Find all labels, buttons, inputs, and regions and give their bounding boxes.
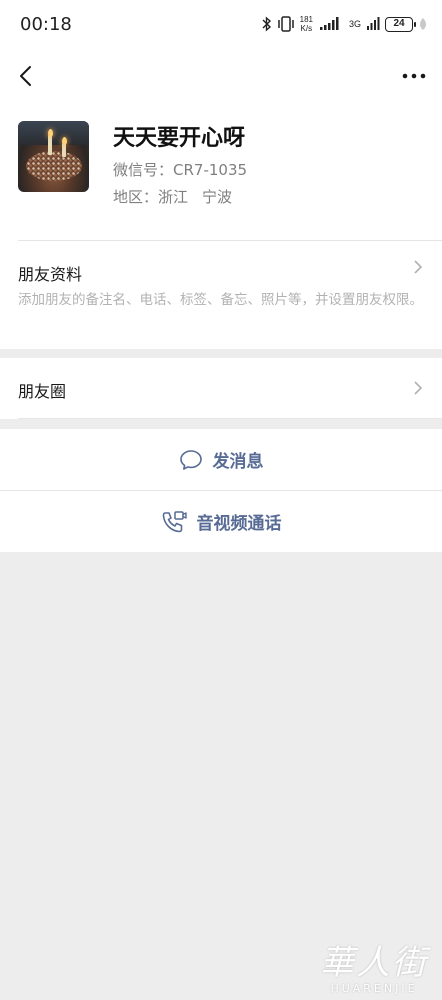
battery-indicator: 24 <box>385 16 416 32</box>
av-call-label: 音视频通话 <box>196 514 282 534</box>
status-bar: 00:18 181 K/s 3G 24 <box>0 0 442 48</box>
status-icons: 181 K/s 3G 24 <box>262 14 428 34</box>
more-dots-icon[interactable] <box>400 62 428 90</box>
avatar-background <box>18 121 89 145</box>
divider <box>18 418 442 419</box>
signal-icon <box>319 17 339 30</box>
chat-bubble-icon <box>179 449 202 470</box>
vibrate-icon <box>277 16 294 32</box>
avatar-flame-2 <box>61 137 67 145</box>
watermark-chinese: 華人街 <box>320 943 428 983</box>
moments-cell[interactable]: 朋友圈 <box>0 358 442 419</box>
watermark-english: HUARENJIE <box>330 982 418 995</box>
avatar[interactable] <box>18 121 89 192</box>
friend-info-cell[interactable]: 朋友资料 添加朋友的备注名、电话、标签、备忘、照片等，并设置朋友权限。 <box>0 241 442 348</box>
network-speed: 181 K/s <box>299 15 313 33</box>
region-city: 宁波 <box>202 188 233 206</box>
av-call-button[interactable]: 音视频通话 <box>0 491 442 552</box>
friend-info-description: 添加朋友的备注名、电话、标签、备忘、照片等，并设置朋友权限。 <box>18 292 423 308</box>
signal-icon-2 <box>367 17 380 30</box>
avatar-flame <box>47 129 53 137</box>
status-time: 00:18 <box>20 14 72 35</box>
avatar-candle <box>48 135 52 155</box>
watermark: 華人街 HUARENJIE <box>320 935 428 995</box>
chevron-right-icon <box>414 260 423 274</box>
contact-name: 天天要开心呀 <box>113 126 246 151</box>
friend-info-title: 朋友资料 <box>18 265 83 284</box>
send-message-label: 发消息 <box>212 452 264 472</box>
region-province: 浙江 <box>158 188 189 206</box>
avatar-candle-2 <box>62 143 66 157</box>
chevron-left-icon[interactable] <box>12 62 40 90</box>
moments-title: 朋友圈 <box>18 382 67 401</box>
bluetooth-icon <box>262 16 271 32</box>
avatar-cake <box>26 151 82 181</box>
wechat-id: 微信号：CR7-1035 <box>113 161 248 179</box>
network-type: 3G <box>348 19 361 29</box>
region-label: 地区： <box>113 188 159 206</box>
leaf-icon <box>420 18 426 30</box>
video-call-icon <box>162 510 187 532</box>
region: 地区：浙江 宁波 <box>113 186 238 207</box>
chevron-right-icon <box>414 381 423 395</box>
send-message-button[interactable]: 发消息 <box>0 429 442 490</box>
